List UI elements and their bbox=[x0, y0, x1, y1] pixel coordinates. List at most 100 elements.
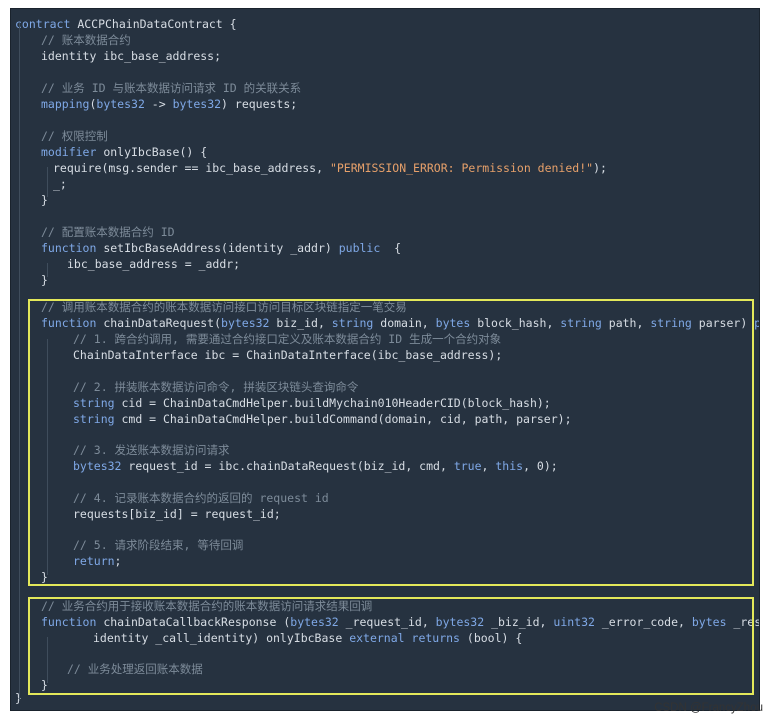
code-token: _resp_body, bbox=[733, 615, 759, 629]
code-token: // 调用账本数据合约的账本数据访问接口访问目标区块链指定一笔交易 bbox=[41, 300, 407, 314]
code-token: "PERMISSION_ERROR: Permission denied!" bbox=[329, 161, 594, 175]
code-line: // 3. 发送账本数据访问请求 bbox=[73, 442, 230, 458]
code-token: bytes32 bbox=[290, 615, 339, 629]
watermark-credit: CSDN @FrancyZhou bbox=[654, 702, 763, 714]
indent-guide bbox=[19, 23, 20, 701]
code-token: chainDataRequest( bbox=[96, 316, 222, 330]
code-token: // 业务处理返回账本数据 bbox=[67, 662, 203, 676]
code-token: identity _call_identity) onlyIbcBase bbox=[93, 631, 350, 645]
code-token: string bbox=[331, 316, 374, 330]
code-line: ChainDataInterface ibc = ChainDataInterf… bbox=[73, 347, 502, 363]
code-token: -> bbox=[144, 97, 173, 111]
code-token: string bbox=[73, 396, 115, 410]
code-token: ChainDataInterface ibc = ChainDataInterf… bbox=[73, 348, 503, 362]
code-token: block_hash, bbox=[470, 316, 561, 330]
code-token: string bbox=[560, 316, 602, 330]
code-token: function bbox=[41, 241, 97, 255]
code-line: contract ACCPChainDataContract { bbox=[15, 16, 237, 32]
code-line: bytes32 request_id = ibc.chainDataReques… bbox=[73, 458, 558, 474]
code-token: bytes32 bbox=[96, 97, 145, 111]
code-token: bytes32 bbox=[435, 615, 485, 629]
code-line: // 4. 记录账本数据合约的返回的 request id bbox=[73, 490, 329, 506]
code-token: external bbox=[349, 631, 405, 645]
code-token: _request_id, bbox=[338, 615, 436, 629]
code-token: path, bbox=[601, 316, 651, 330]
code-token: ACCPChainDataContract { bbox=[70, 17, 237, 31]
code-line: string cmd = ChainDataCmdHelper.buildCom… bbox=[73, 411, 572, 427]
code-line: // 权限控制 bbox=[41, 128, 108, 144]
code-token: public bbox=[754, 316, 759, 330]
code-token: // 业务 ID 与账本数据访问请求 ID 的关联关系 bbox=[41, 81, 302, 95]
code-line: // 账本数据合约 bbox=[41, 32, 131, 48]
code-token: request_id = ibc.chainDataRequest(biz_id… bbox=[121, 459, 454, 473]
code-line: modifier onlyIbcBase() { bbox=[41, 144, 207, 160]
code-line: // 2. 拼装账本数据访问命令, 拼装区块链头查询命令 bbox=[73, 379, 358, 395]
code-editor: contract ACCPChainDataContract {// 账本数据合… bbox=[10, 8, 760, 711]
code-token: function bbox=[41, 316, 97, 330]
code-token: function bbox=[41, 615, 97, 629]
code-token: ; bbox=[114, 554, 122, 568]
code-token: ); bbox=[593, 161, 607, 175]
code-token: // 4. 记录账本数据合约的返回的 request id bbox=[73, 491, 329, 505]
code-token: (bool) { bbox=[459, 631, 523, 645]
code-token: // 3. 发送账本数据访问请求 bbox=[73, 443, 230, 457]
code-token: // 权限控制 bbox=[41, 129, 108, 143]
code-token: bytes32 bbox=[73, 459, 122, 473]
code-token: public bbox=[338, 241, 381, 255]
code-token: bytes32 bbox=[221, 316, 270, 330]
code-line: _; bbox=[53, 176, 67, 192]
code-area: contract ACCPChainDataContract {// 账本数据合… bbox=[11, 9, 759, 710]
code-token: string bbox=[650, 316, 692, 330]
code-line: function chainDataCallbackResponse (byte… bbox=[41, 614, 759, 630]
code-token: _error_code, bbox=[594, 615, 692, 629]
code-token: modifier bbox=[41, 145, 97, 159]
code-line: function setIbcBaseAddress(identity _add… bbox=[41, 240, 401, 256]
code-token: biz_id, bbox=[269, 316, 332, 330]
code-line: require(msg.sender == ibc_base_address, … bbox=[53, 160, 607, 176]
indent-guide bbox=[47, 339, 48, 575]
code-line: // 配置账本数据合约 ID bbox=[41, 224, 175, 240]
code-line: mapping(bytes32 -> bytes32) requests; bbox=[41, 96, 297, 112]
code-token: identity ibc_base_address; bbox=[41, 49, 222, 63]
code-token: // 1. 跨合约调用, 需要通过合约接口定义及账本数据合约 ID 生成一个合约… bbox=[73, 332, 502, 346]
code-token: _biz_id, bbox=[484, 615, 554, 629]
code-token: _; bbox=[53, 177, 67, 191]
code-token: , bbox=[481, 459, 496, 473]
code-token: requests[biz_id] = request_id; bbox=[73, 507, 281, 521]
code-token: uint32 bbox=[553, 615, 595, 629]
code-token: // 配置账本数据合约 ID bbox=[41, 225, 175, 239]
code-token: onlyIbcBase() { bbox=[96, 145, 208, 159]
indent-guide bbox=[47, 637, 48, 683]
code-token: this bbox=[495, 459, 524, 473]
code-line: identity ibc_base_address; bbox=[41, 48, 221, 64]
code-token: contract bbox=[15, 17, 71, 31]
code-token: parser) bbox=[691, 316, 755, 330]
code-token: returns bbox=[411, 631, 460, 645]
code-line: return; bbox=[73, 553, 121, 569]
code-token: bytes bbox=[435, 316, 471, 330]
code-line: // 调用账本数据合约的账本数据访问接口访问目标区块链指定一笔交易 bbox=[41, 299, 407, 315]
code-token: cmd = ChainDataCmdHelper.buildCommand(do… bbox=[114, 412, 572, 426]
code-token: domain, bbox=[373, 316, 436, 330]
code-line: requests[biz_id] = request_id; bbox=[73, 506, 281, 522]
code-line: // 业务 ID 与账本数据访问请求 ID 的关联关系 bbox=[41, 80, 301, 96]
code-token: bytes32 bbox=[172, 97, 222, 111]
code-line: // 业务处理返回账本数据 bbox=[67, 661, 203, 677]
code-line: function chainDataRequest(bytes32 biz_id… bbox=[41, 315, 759, 331]
code-token: chainDataCallbackResponse ( bbox=[96, 615, 291, 629]
code-token: bytes bbox=[691, 615, 727, 629]
code-token: cid = ChainDataCmdHelper.buildMychain010… bbox=[114, 396, 551, 410]
code-token: return bbox=[73, 554, 115, 568]
code-token: , 0); bbox=[523, 459, 558, 473]
code-token: // 5. 请求阶段结束, 等待回调 bbox=[73, 538, 244, 552]
indent-guide bbox=[47, 167, 48, 197]
code-token: mapping bbox=[41, 97, 90, 111]
code-token: { bbox=[380, 241, 402, 255]
code-token: // 2. 拼装账本数据访问命令, 拼装区块链头查询命令 bbox=[73, 380, 359, 394]
code-line: string cid = ChainDataCmdHelper.buildMyc… bbox=[73, 395, 551, 411]
code-line: identity _call_identity) onlyIbcBase ext… bbox=[93, 630, 522, 646]
code-token: ibc_base_address = _addr; bbox=[67, 257, 241, 271]
code-token: setIbcBaseAddress(identity _addr) bbox=[96, 241, 339, 255]
code-token: ) requests; bbox=[221, 97, 298, 111]
